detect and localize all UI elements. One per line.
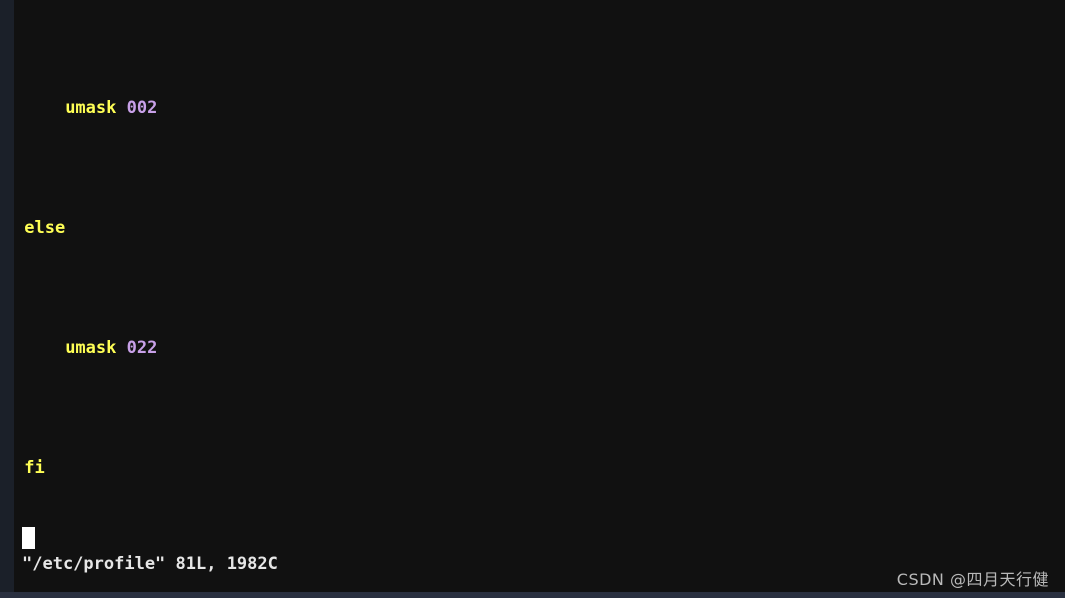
code-line: umask 022 [14, 336, 608, 360]
terminal-window[interactable]: umask 002 else umask 022 fi for i in /et… [0, 0, 1065, 598]
token-number-002: 002 [126, 98, 158, 118]
code-line: fi [14, 456, 608, 480]
terminal-bottom-bar [0, 592, 1065, 598]
code-line: else [14, 216, 608, 240]
vim-status-line: "/etc/profile" 81L, 1982C [22, 554, 278, 574]
token-number-022: 022 [126, 338, 158, 358]
csdn-watermark: CSDN @四月天行健 [896, 570, 1049, 589]
vim-buffer-code-area[interactable]: umask 002 else umask 022 fi for i in /et… [14, 0, 608, 592]
terminal-left-gutter [0, 0, 14, 592]
terminal-screen[interactable]: umask 002 else umask 022 fi for i in /et… [14, 0, 1065, 592]
token-umask: umask [65, 338, 117, 358]
text-cursor[interactable] [22, 527, 35, 549]
token-fi: fi [24, 458, 45, 478]
token-else: else [24, 218, 66, 238]
code-line: umask 002 [14, 96, 608, 120]
token-umask: umask [65, 98, 117, 118]
